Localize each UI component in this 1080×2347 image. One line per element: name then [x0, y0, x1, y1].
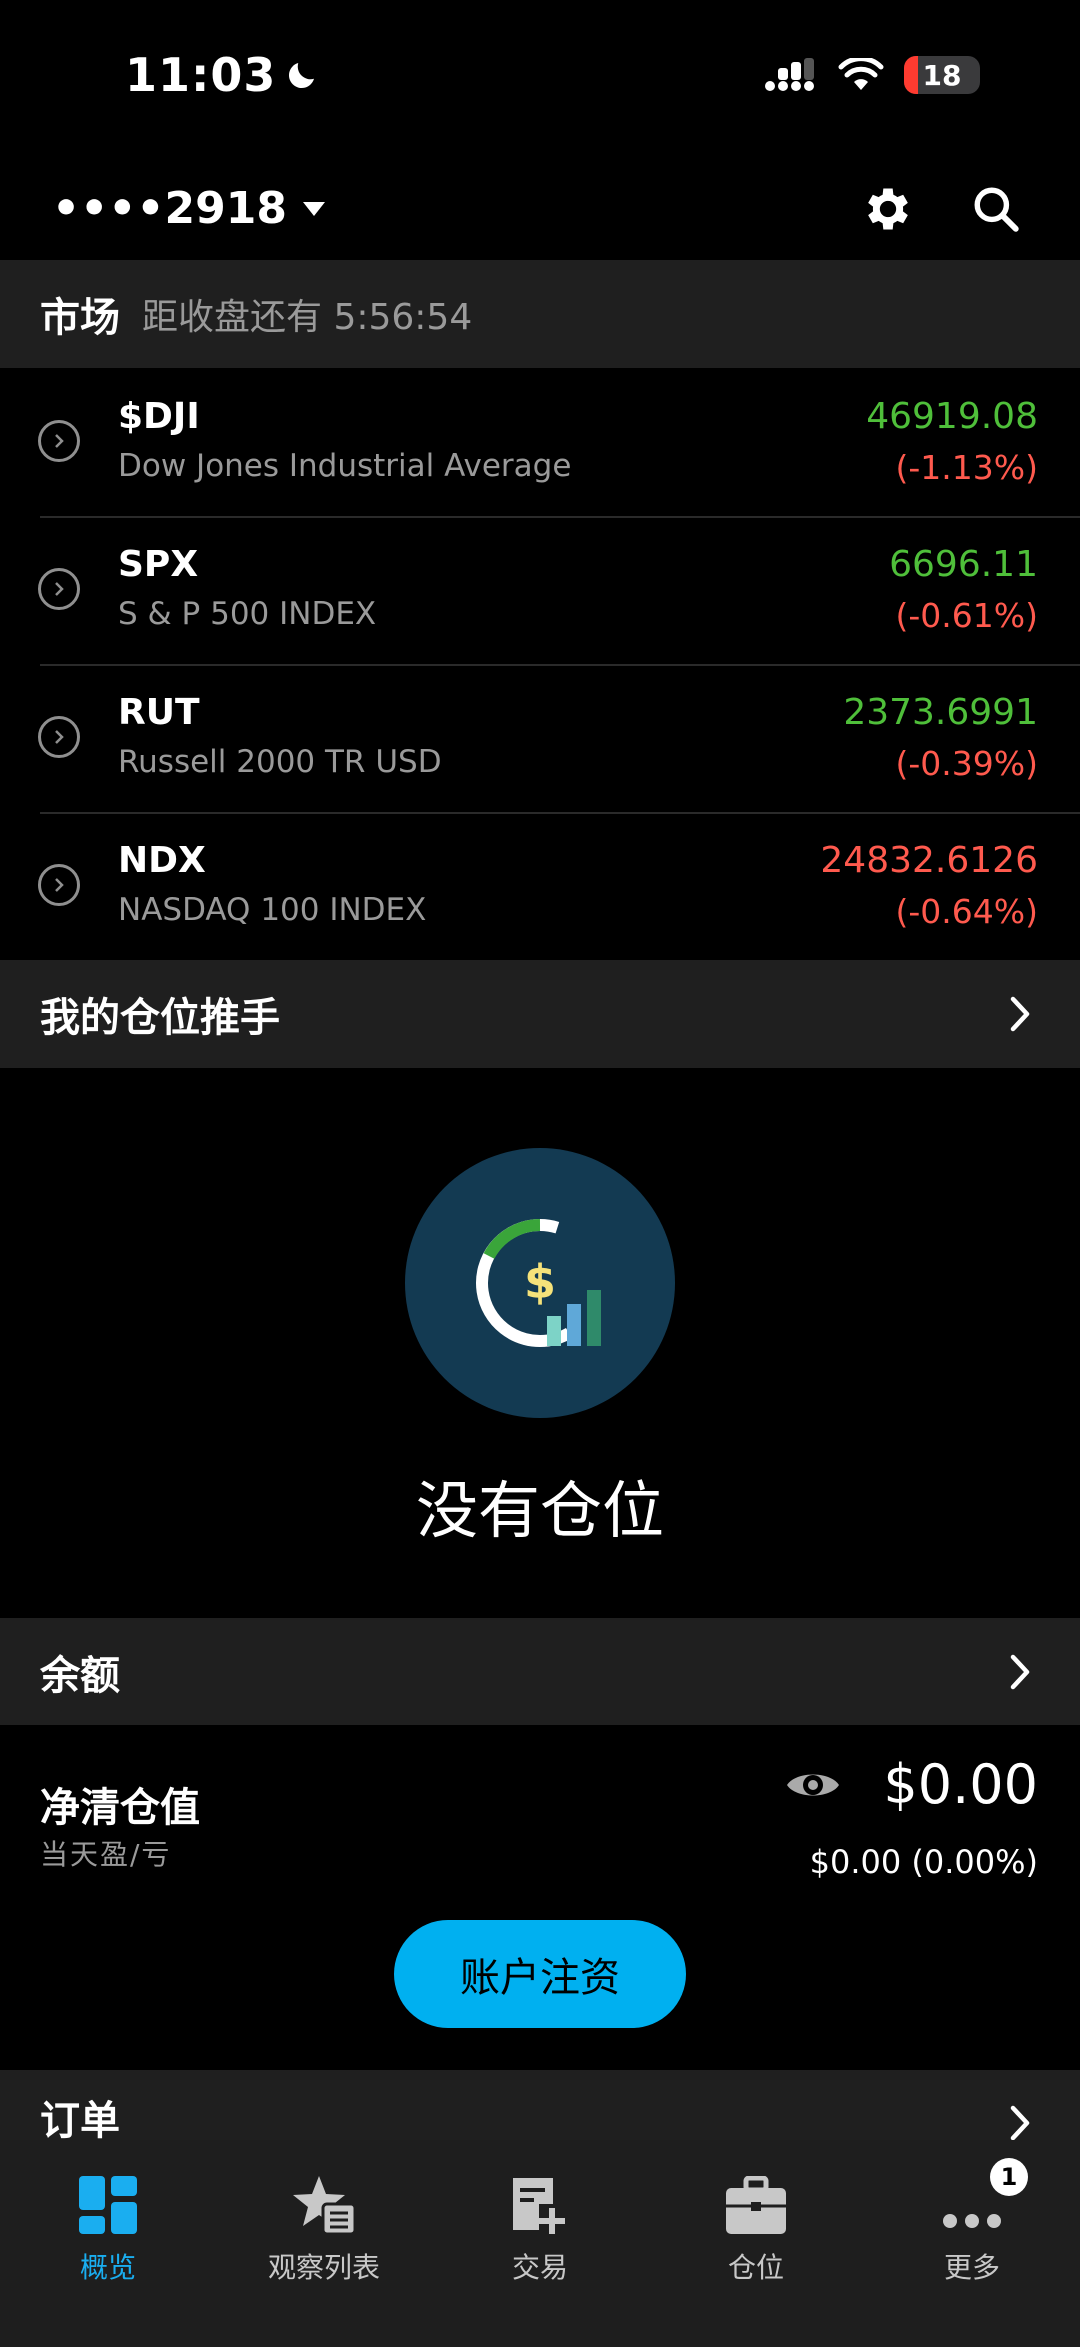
- account-selector[interactable]: ••••2918: [52, 183, 325, 234]
- market-name: NASDAQ 100 INDEX: [118, 892, 427, 928]
- trade-icon: [513, 2178, 565, 2234]
- status-time-text: 11:03: [125, 48, 277, 102]
- moon-icon: [289, 63, 315, 89]
- wifi-icon: [838, 58, 884, 90]
- chevron-circle-icon: [38, 420, 80, 462]
- positions-pusher-title: 我的仓位推手: [40, 995, 280, 1041]
- chevron-circle-icon: [38, 864, 80, 906]
- market-list: $DJI Dow Jones Industrial Average 46919.…: [0, 368, 1080, 960]
- tab-positions[interactable]: 仓位: [648, 2158, 864, 2298]
- empty-positions-illustration: $: [405, 1148, 675, 1418]
- tab-label: 仓位: [727, 2251, 784, 2284]
- net-liquidation-label: 净清仓值: [40, 1785, 200, 1831]
- tab-label: 观察列表: [267, 2251, 380, 2284]
- balance-title: 余额: [40, 1652, 120, 1699]
- search-icon: [974, 187, 1019, 232]
- chevron-right-icon: [1010, 1654, 1030, 1689]
- market-change: (-1.13%): [895, 448, 1039, 487]
- market-symbol: SPX: [118, 544, 199, 585]
- day-pl-label: 当天盈/亏: [40, 1838, 172, 1871]
- account-number: ••••2918: [52, 183, 287, 234]
- watchlist-icon: [293, 2176, 357, 2236]
- eye-icon[interactable]: [784, 1765, 842, 1805]
- market-name: S & P 500 INDEX: [118, 596, 377, 632]
- chevron-right-icon: [1010, 2105, 1030, 2140]
- market-change: (-0.64%): [895, 892, 1039, 931]
- gear-icon: [868, 188, 908, 230]
- market-name: Dow Jones Industrial Average: [118, 448, 572, 484]
- chevron-right-icon: [1010, 996, 1030, 1032]
- balance-row[interactable]: 余额: [0, 1618, 1080, 1725]
- market-title: 市场: [40, 295, 120, 341]
- market-row-ndx[interactable]: NDX NASDAQ 100 INDEX 24832.6126 (-0.64%): [0, 812, 1080, 960]
- tab-label: 交易: [511, 2251, 568, 2284]
- market-symbol: NDX: [118, 840, 206, 881]
- market-section-header: 市场 距收盘还有 5:56:54: [0, 260, 1080, 368]
- notification-badge: 1: [990, 2158, 1028, 2196]
- market-change: (-0.39%): [895, 744, 1039, 783]
- battery-indicator: 18: [904, 56, 980, 94]
- market-price: 24832.6126: [820, 840, 1038, 881]
- settings-button[interactable]: [856, 177, 920, 241]
- market-change: (-0.61%): [895, 596, 1039, 635]
- market-price: 2373.6991: [843, 692, 1038, 733]
- market-countdown: 距收盘还有 5:56:54: [142, 297, 473, 338]
- market-symbol: $DJI: [118, 396, 200, 437]
- chevron-circle-icon: [38, 716, 80, 758]
- tab-trade[interactable]: 交易: [432, 2158, 648, 2298]
- portfolio-chart-icon: $: [476, 1219, 604, 1347]
- deposit-button[interactable]: 账户注资: [394, 1920, 686, 2028]
- app-header: ••••2918: [0, 165, 1080, 260]
- day-pl-value: $0.00 (0.00%): [809, 1843, 1038, 1881]
- search-button[interactable]: [964, 177, 1028, 241]
- orders-row[interactable]: 订单: [0, 2070, 1080, 2140]
- positions-pusher-row[interactable]: 我的仓位推手: [0, 960, 1080, 1068]
- net-liquidation-value: $0.00: [883, 1753, 1038, 1816]
- status-time: 11:03: [125, 48, 320, 102]
- chevron-circle-icon: [38, 568, 80, 610]
- market-row-spx[interactable]: SPX S & P 500 INDEX 6696.11 (-0.61%): [0, 516, 1080, 664]
- net-liquidation-section: 净清仓值 当天盈/亏 $0.00 $0.00 (0.00%) 账户注资: [0, 1725, 1080, 2065]
- tab-label: 更多: [943, 2251, 1000, 2284]
- caret-down-icon: [302, 201, 325, 216]
- battery-level: 18: [922, 58, 962, 92]
- tab-watchlist[interactable]: 观察列表: [216, 2158, 432, 2298]
- market-row-rut[interactable]: RUT Russell 2000 TR USD 2373.6991 (-0.39…: [0, 664, 1080, 812]
- briefcase-icon: [726, 2176, 786, 2234]
- market-price: 46919.08: [866, 396, 1038, 437]
- empty-positions: $ 没有仓位: [0, 1068, 1080, 1618]
- market-name: Russell 2000 TR USD: [118, 744, 442, 780]
- tab-label: 概览: [79, 2251, 136, 2284]
- tab-more[interactable]: 更多 1: [864, 2158, 1080, 2298]
- cellular-signal-icon: [765, 58, 814, 91]
- svg-text:$: $: [524, 1255, 556, 1309]
- market-price: 6696.11: [889, 544, 1038, 585]
- status-bar: 11:03 18: [0, 0, 1080, 150]
- market-symbol: RUT: [118, 692, 200, 733]
- tab-overview[interactable]: 概览: [0, 2158, 216, 2298]
- market-row-dji[interactable]: $DJI Dow Jones Industrial Average 46919.…: [0, 368, 1080, 516]
- overview-icon: [79, 2176, 137, 2234]
- more-icon: [943, 2214, 1001, 2228]
- status-icons: 18: [764, 56, 980, 94]
- bottom-tab-bar: 概览 观察列表 交易 仓位 更多 1: [0, 2140, 1080, 2347]
- empty-positions-message: 没有仓位: [415, 1474, 664, 1547]
- orders-title: 订单: [40, 2098, 120, 2140]
